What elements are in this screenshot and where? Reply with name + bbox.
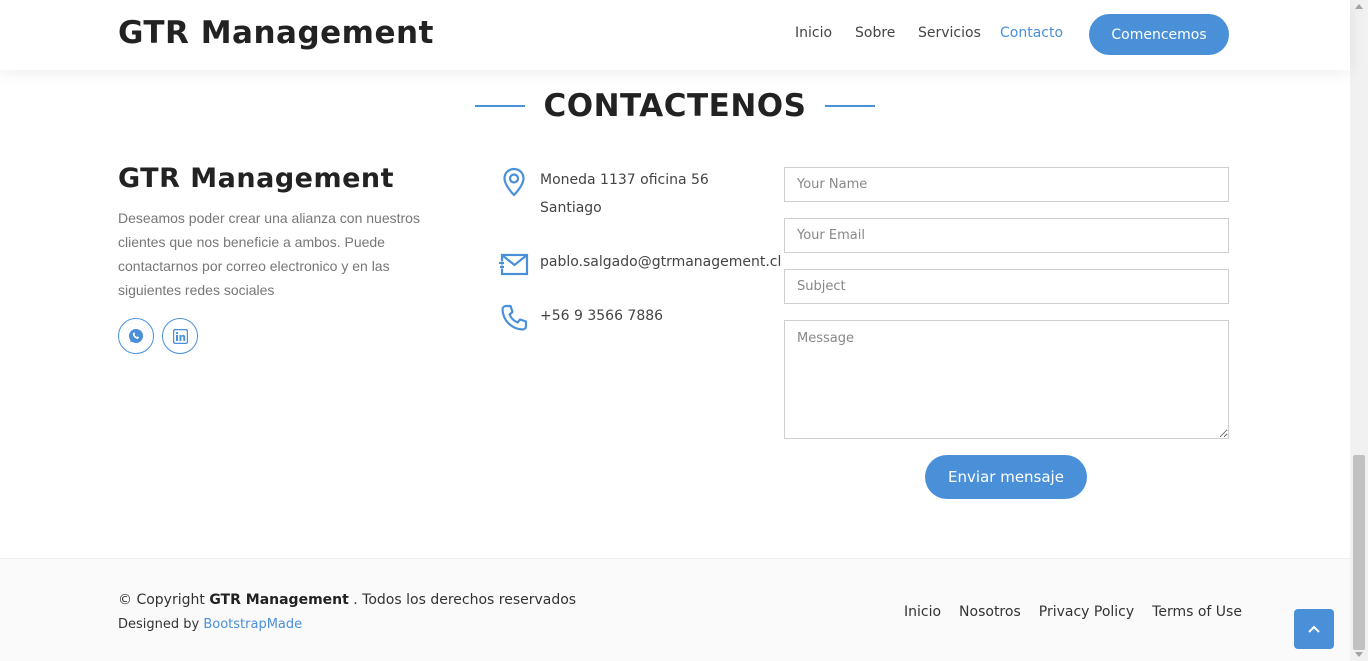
email-block: pablo.salgado@gtrmanagement.cl xyxy=(498,248,781,280)
email-input[interactable] xyxy=(784,218,1229,253)
subject-input[interactable] xyxy=(784,269,1229,304)
phone-icon xyxy=(501,304,528,331)
linkedin-link[interactable] xyxy=(162,318,198,354)
section-title-wrap: CONTACTENOS xyxy=(0,88,1350,124)
back-to-top-button[interactable] xyxy=(1294,609,1334,649)
site-header: GTR Management Inicio Sobre Servicios Co… xyxy=(0,0,1350,70)
cta-button[interactable]: Comencemos xyxy=(1089,14,1229,55)
mail-icon xyxy=(499,253,529,276)
footer-links: Inicio Nosotros Privacy Policy Terms of … xyxy=(904,604,1242,620)
site-logo[interactable]: GTR Management xyxy=(118,15,434,51)
address-block: Moneda 1137 oficina 56 Santiago xyxy=(498,166,709,222)
copyright-prefix: © Copyright xyxy=(118,592,205,608)
designed-by-label: Designed by xyxy=(118,617,200,632)
copyright-suffix: . Todos los derechos reservados xyxy=(353,592,577,608)
nav-link-inicio[interactable]: Inicio xyxy=(795,25,832,41)
address-text: Moneda 1137 oficina 56 Santiago xyxy=(540,166,709,222)
designer-link[interactable]: BootstrapMade xyxy=(203,617,302,632)
info-description: Deseamos poder crear una alianza con nue… xyxy=(118,210,420,298)
scroll-down-arrow-icon[interactable] xyxy=(1355,652,1363,657)
nav-link-contacto[interactable]: Contacto xyxy=(1000,25,1063,41)
info-title: GTR Management xyxy=(118,163,395,194)
whatsapp-icon xyxy=(129,329,143,343)
nav-link-sobre[interactable]: Sobre xyxy=(855,25,895,41)
address-line2: Santiago xyxy=(540,200,602,216)
copyright-brand: GTR Management xyxy=(209,592,349,608)
name-input[interactable] xyxy=(784,167,1229,202)
whatsapp-link[interactable] xyxy=(118,318,154,354)
page: GTR Management Inicio Sobre Servicios Co… xyxy=(0,0,1350,661)
site-footer: © Copyright GTR Management . Todos los d… xyxy=(0,558,1350,661)
send-message-button[interactable]: Enviar mensaje xyxy=(925,455,1087,499)
chevron-up-icon xyxy=(1308,625,1320,633)
phone-text[interactable]: +56 9 3566 7886 xyxy=(540,302,663,334)
message-textarea[interactable] xyxy=(784,320,1229,439)
scroll-up-arrow-icon[interactable] xyxy=(1355,4,1363,9)
linkedin-icon xyxy=(172,328,188,344)
nav-link-servicios[interactable]: Servicios xyxy=(918,25,981,41)
credits: Designed by BootstrapMade xyxy=(118,617,302,632)
map-pin-icon xyxy=(503,167,525,197)
phone-block: +56 9 3566 7886 xyxy=(498,302,663,334)
footer-link-inicio[interactable]: Inicio xyxy=(904,604,941,620)
footer-link-nosotros[interactable]: Nosotros xyxy=(959,604,1021,620)
page-scrollbar[interactable] xyxy=(1350,0,1368,661)
title-line-right xyxy=(824,105,875,107)
footer-link-privacy[interactable]: Privacy Policy xyxy=(1039,604,1134,620)
footer-link-terms[interactable]: Terms of Use xyxy=(1152,604,1242,620)
email-text[interactable]: pablo.salgado@gtrmanagement.cl xyxy=(540,248,781,280)
scrollbar-thumb[interactable] xyxy=(1353,455,1365,650)
copyright: © Copyright GTR Management . Todos los d… xyxy=(118,592,576,608)
section-title: CONTACTENOS xyxy=(543,88,807,124)
address-line1: Moneda 1137 oficina 56 xyxy=(540,172,709,188)
title-line-left xyxy=(475,105,526,107)
